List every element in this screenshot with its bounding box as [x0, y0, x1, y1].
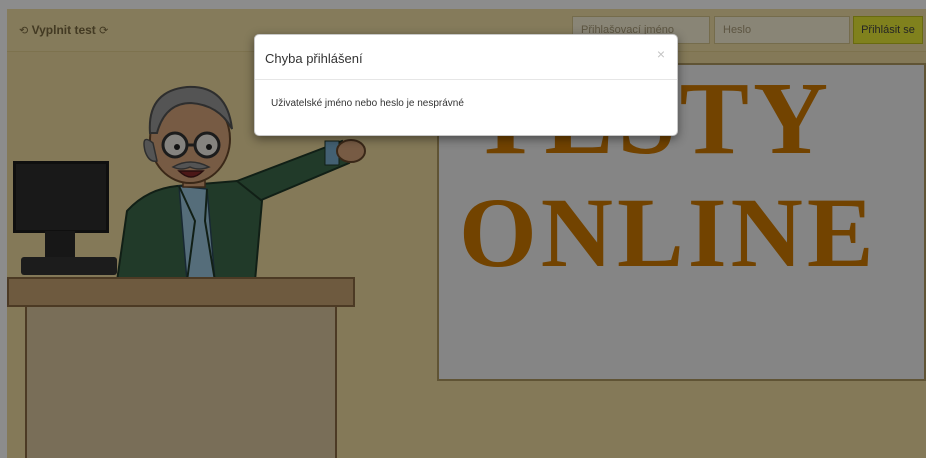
screen: ⟲ Vyplnit test ⟳ Přihlásit se TESTY ONLI… [0, 0, 926, 458]
dialog-header: Chyba přihlášení × [255, 35, 677, 80]
close-icon[interactable]: × [657, 46, 665, 62]
login-error-dialog: Chyba přihlášení × Uživatelské jméno neb… [254, 34, 678, 136]
error-message: Uživatelské jméno nebo heslo je nesprávn… [271, 98, 464, 109]
dialog-title: Chyba přihlášení [265, 51, 363, 66]
